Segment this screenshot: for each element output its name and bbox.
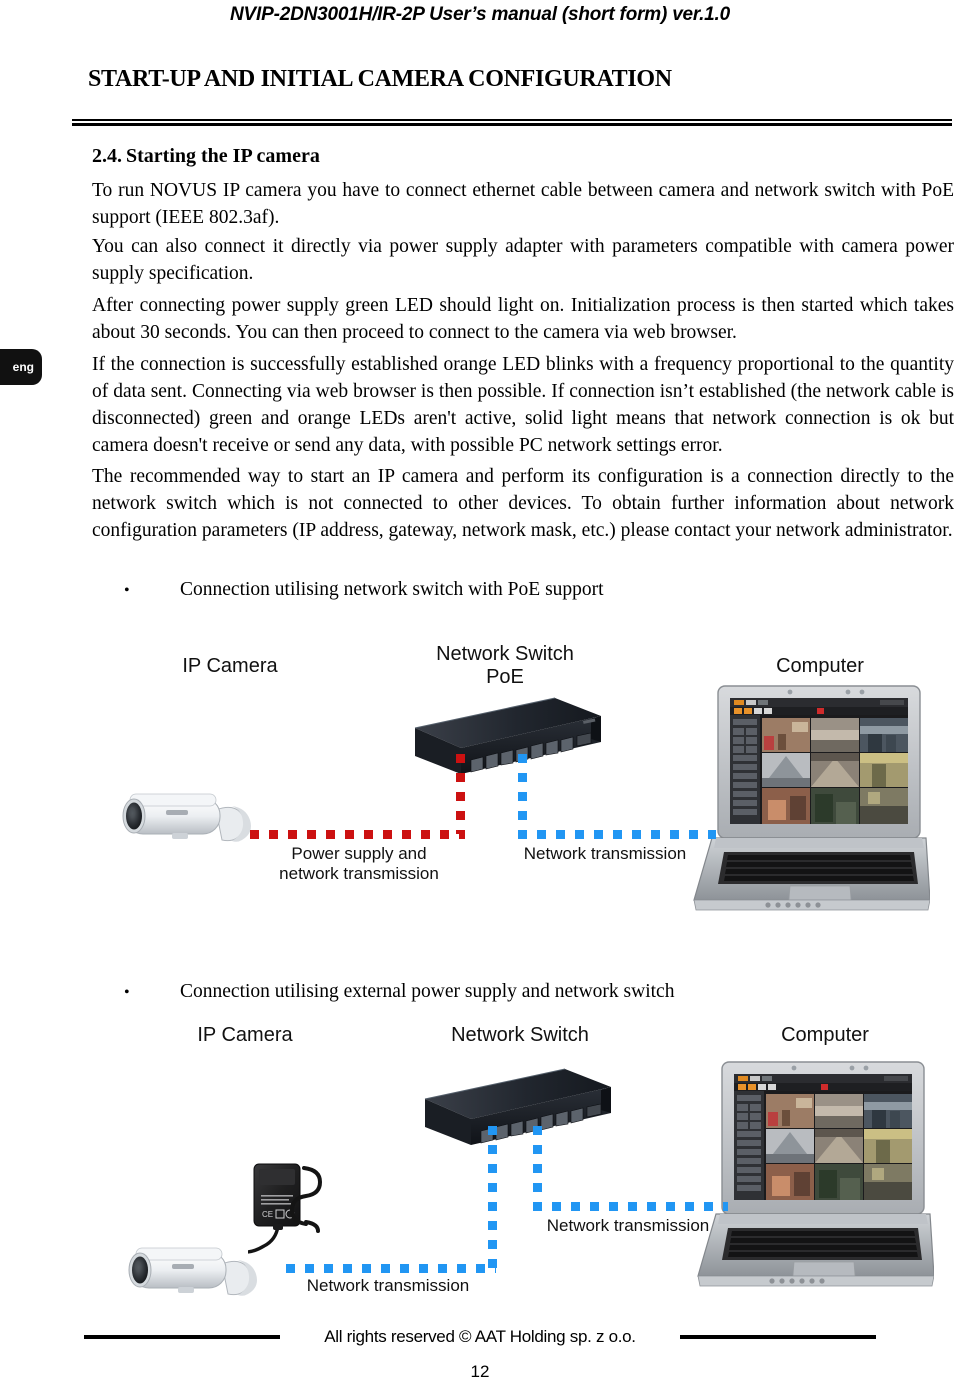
bullet-glyph-icon: • [124, 582, 130, 599]
diagram-ext-label-switch: Network Switch [451, 1024, 589, 1046]
network-switch-poe-image [405, 690, 605, 795]
link-power-vertical [456, 754, 465, 834]
link-power-horizontal [250, 830, 465, 839]
paragraph-3: After connecting power supply green LED … [92, 295, 954, 343]
bullet-item-poe: • Connection utilising network switch wi… [124, 576, 604, 604]
diagram-poe-connection: IP Camera Network Switch PoE Computer Po… [0, 630, 960, 930]
link-network-vertical-camera [488, 1126, 497, 1271]
link-label-network-computer: Network transmission [546, 1216, 710, 1235]
svg-text:CE: CE [262, 1210, 273, 1219]
diagram-ext-label-camera: IP Camera [197, 1024, 293, 1046]
bullet-item-external-psu: • Connection utilising external power su… [124, 978, 674, 1006]
computer-laptop-image-2 [676, 1054, 934, 1294]
running-header: NVIP-2DN3001H/IR-2P User’s manual (short… [230, 4, 730, 25]
subsection-number: 2.4. [92, 145, 122, 167]
subsection-heading: 2.4. Starting the IP camera [92, 145, 320, 168]
paragraph-2: You can also connect it directly via pow… [92, 236, 954, 284]
footer: All rights reserved © AAT Holding sp. z … [0, 1327, 960, 1351]
link-label-network-camera: Network transmission [306, 1276, 470, 1295]
footer-copyright: All rights reserved © AAT Holding sp. z … [324, 1327, 636, 1346]
diagram-poe-label-switch-line2: PoE [486, 666, 524, 688]
diagram-poe-label-switch-line1: Network Switch [436, 643, 574, 665]
bullet-label-poe: Connection utilising network switch with… [180, 579, 604, 600]
paragraph-5: The recommended way to start an IP camer… [92, 466, 954, 541]
page-number: 12 [470, 1362, 490, 1381]
language-tab-eng[interactable]: eng [0, 349, 42, 385]
link-label-power-line2: network transmission [279, 864, 439, 883]
link-label-network-poe: Network transmission [523, 844, 687, 863]
diagram-poe-label-computer: Computer [776, 655, 864, 677]
bullet-glyph-icon-2: • [124, 984, 130, 1001]
computer-laptop-image [672, 678, 930, 918]
link-network-vertical-computer [533, 1126, 542, 1206]
page-title: START-UP AND INITIAL CAMERA CONFIGURATIO… [88, 66, 672, 92]
diagram-ext-label-computer: Computer [781, 1024, 869, 1046]
subsection-title: Starting the IP camera [126, 145, 320, 167]
bullet-label-external-psu: Connection utilising external power supp… [180, 981, 675, 1002]
link-network-vertical-poe [518, 754, 527, 834]
paragraph-4: If the connection is successfully establ… [92, 354, 954, 456]
link-network-horizontal-computer [533, 1202, 728, 1211]
title-divider [72, 119, 952, 126]
diagram-poe-label-camera: IP Camera [182, 655, 278, 677]
link-network-horizontal-camera [286, 1264, 496, 1273]
network-switch-image [415, 1061, 615, 1166]
ip-camera-image [112, 776, 272, 866]
diagram-external-psu-connection: IP Camera Network Switch Computer CE Net… [0, 1018, 960, 1328]
language-tab-label: eng [12, 360, 34, 374]
link-network-horizontal-poe [518, 830, 716, 839]
paragraph-1: To run NOVUS IP camera you have to conne… [92, 180, 954, 228]
ip-camera-image-2 [118, 1230, 278, 1320]
